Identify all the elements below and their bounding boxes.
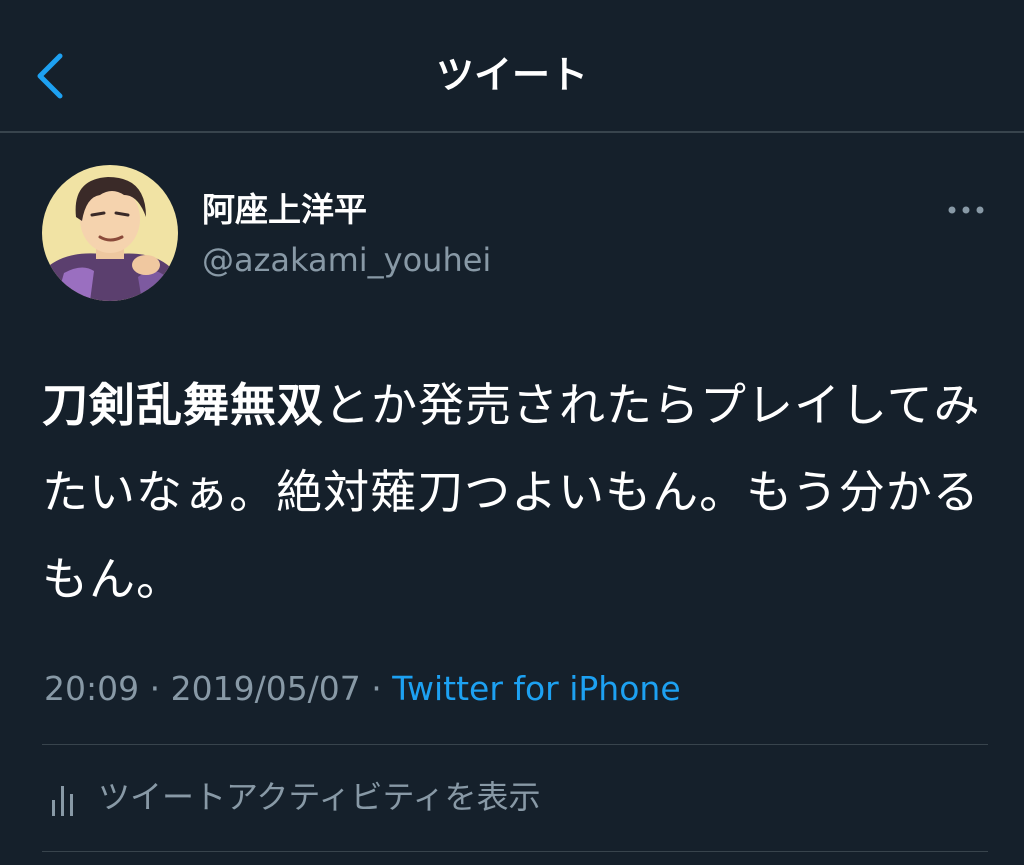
view-tweet-activity-button[interactable]: ツイートアクティビティを表示 [42,748,988,848]
author-handle: @azakami_youhei [202,241,492,279]
author-display-name[interactable]: 阿座上洋平 [202,188,367,232]
metadata-separator: · [139,669,171,708]
tweet-time: 20:09 [44,669,140,708]
activity-label: ツイートアクティビティを表示 [98,778,541,816]
tweet-text-bold: 刀剣乱舞無双 [42,378,324,432]
bar-chart-icon [52,786,73,816]
metadata-separator: · [360,669,393,708]
tweet-metadata: 20:09 · 2019/05/07 · Twitter for iPhone [44,666,681,712]
divider [42,851,988,852]
more-horizontal-icon [948,206,984,214]
tweet-date: 2019/05/07 [170,669,361,708]
more-options-button[interactable] [936,190,996,230]
divider [42,744,988,745]
navigation-bar: ツイート [0,0,1024,133]
tweet-source-link[interactable]: Twitter for iPhone [392,669,680,708]
page-title: ツイート [435,53,588,97]
avatar[interactable] [42,165,178,301]
tweet-text: 刀剣乱舞無双とか発売されたらプレイしてみたいなぁ。絶対薙刀つよいもん。もう分かる… [42,362,992,623]
